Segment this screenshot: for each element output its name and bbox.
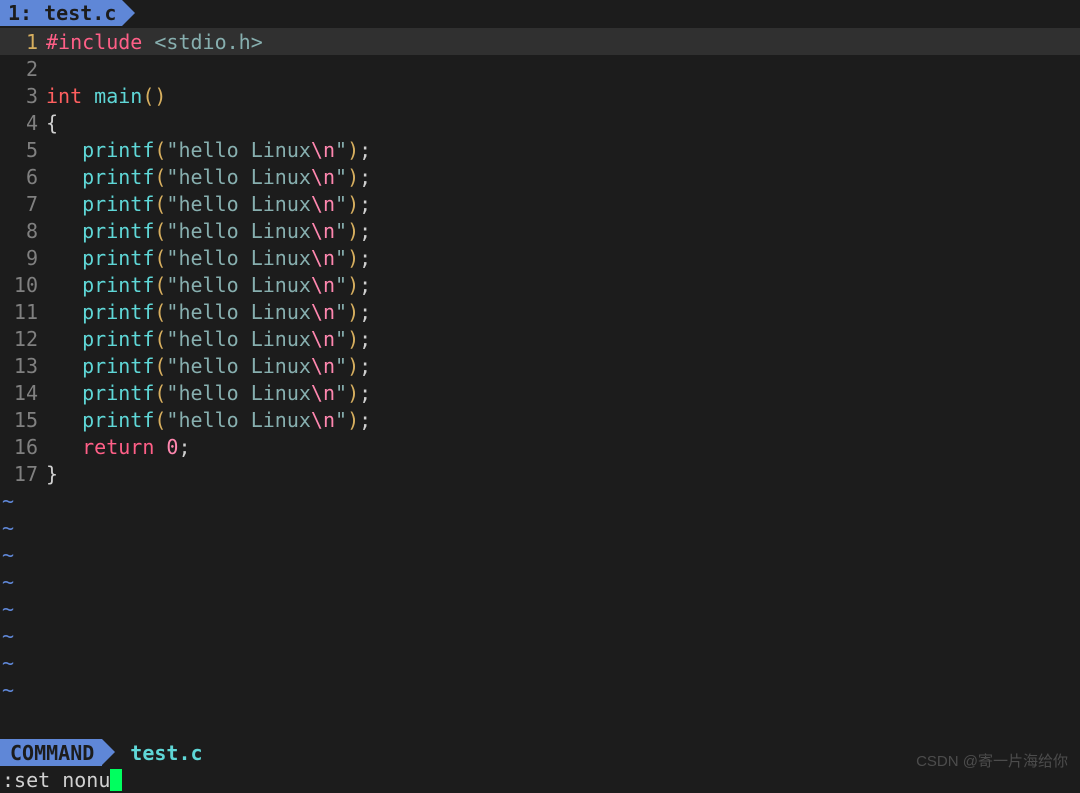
line-number: 9	[0, 246, 46, 270]
code-content: printf("hello Linux\n");	[46, 381, 371, 405]
line-number: 12	[0, 327, 46, 351]
code-line[interactable]: 15 printf("hello Linux\n");	[0, 406, 1080, 433]
code-content: }	[46, 462, 58, 486]
empty-line-tilde: ~	[0, 649, 1080, 676]
code-line[interactable]: 12 printf("hello Linux\n");	[0, 325, 1080, 352]
code-content: #include <stdio.h>	[46, 30, 263, 54]
code-line[interactable]: 1#include <stdio.h>	[0, 28, 1080, 55]
line-number: 17	[0, 462, 46, 486]
code-content: printf("hello Linux\n");	[46, 327, 371, 351]
empty-line-tilde: ~	[0, 487, 1080, 514]
code-content: printf("hello Linux\n");	[46, 273, 371, 297]
code-line[interactable]: 3int main()	[0, 82, 1080, 109]
code-content: printf("hello Linux\n");	[46, 246, 371, 270]
line-number: 6	[0, 165, 46, 189]
tab-index: 1	[8, 1, 20, 25]
status-filename: test.c	[122, 741, 202, 765]
empty-line-tilde: ~	[0, 676, 1080, 703]
watermark: CSDN @寄一片海给你	[916, 750, 1068, 771]
code-content: printf("hello Linux\n");	[46, 408, 371, 432]
code-line[interactable]: 4{	[0, 109, 1080, 136]
command-text: :set nonu	[2, 768, 110, 792]
mode-indicator: COMMAND	[0, 739, 102, 766]
code-line[interactable]: 11 printf("hello Linux\n");	[0, 298, 1080, 325]
line-number: 4	[0, 111, 46, 135]
line-number: 16	[0, 435, 46, 459]
empty-line-tilde: ~	[0, 595, 1080, 622]
empty-line-tilde: ~	[0, 514, 1080, 541]
code-content: printf("hello Linux\n");	[46, 219, 371, 243]
code-content: printf("hello Linux\n");	[46, 192, 371, 216]
tab-filename: test.c	[44, 1, 116, 25]
empty-line-tilde: ~	[0, 622, 1080, 649]
code-line[interactable]: 10 printf("hello Linux\n");	[0, 271, 1080, 298]
code-line[interactable]: 7 printf("hello Linux\n");	[0, 190, 1080, 217]
code-line[interactable]: 17}	[0, 460, 1080, 487]
line-number: 7	[0, 192, 46, 216]
code-line[interactable]: 13 printf("hello Linux\n");	[0, 352, 1080, 379]
code-content: int main()	[46, 84, 166, 108]
empty-line-tilde: ~	[0, 568, 1080, 595]
code-line[interactable]: 14 printf("hello Linux\n");	[0, 379, 1080, 406]
cursor-icon	[110, 769, 122, 791]
code-content: return 0;	[46, 435, 191, 459]
buffer-tab[interactable]: 1: test.c	[0, 0, 122, 26]
line-number: 2	[0, 57, 46, 81]
line-number: 15	[0, 408, 46, 432]
line-number: 14	[0, 381, 46, 405]
line-number: 11	[0, 300, 46, 324]
code-line[interactable]: 16 return 0;	[0, 433, 1080, 460]
line-number: 5	[0, 138, 46, 162]
code-content: {	[46, 111, 58, 135]
line-number: 8	[0, 219, 46, 243]
line-number: 1	[0, 30, 46, 54]
code-line[interactable]: 6 printf("hello Linux\n");	[0, 163, 1080, 190]
editor-area[interactable]: 1#include <stdio.h>23int main()4{5 print…	[0, 26, 1080, 739]
code-line[interactable]: 9 printf("hello Linux\n");	[0, 244, 1080, 271]
tab-bar: 1: test.c	[0, 0, 1080, 26]
line-number: 13	[0, 354, 46, 378]
line-number: 10	[0, 273, 46, 297]
code-content: printf("hello Linux\n");	[46, 354, 371, 378]
code-line[interactable]: 5 printf("hello Linux\n");	[0, 136, 1080, 163]
empty-line-tilde: ~	[0, 541, 1080, 568]
code-content: printf("hello Linux\n");	[46, 138, 371, 162]
code-content: printf("hello Linux\n");	[46, 165, 371, 189]
code-content: printf("hello Linux\n");	[46, 300, 371, 324]
line-number: 3	[0, 84, 46, 108]
code-line[interactable]: 2	[0, 55, 1080, 82]
code-line[interactable]: 8 printf("hello Linux\n");	[0, 217, 1080, 244]
